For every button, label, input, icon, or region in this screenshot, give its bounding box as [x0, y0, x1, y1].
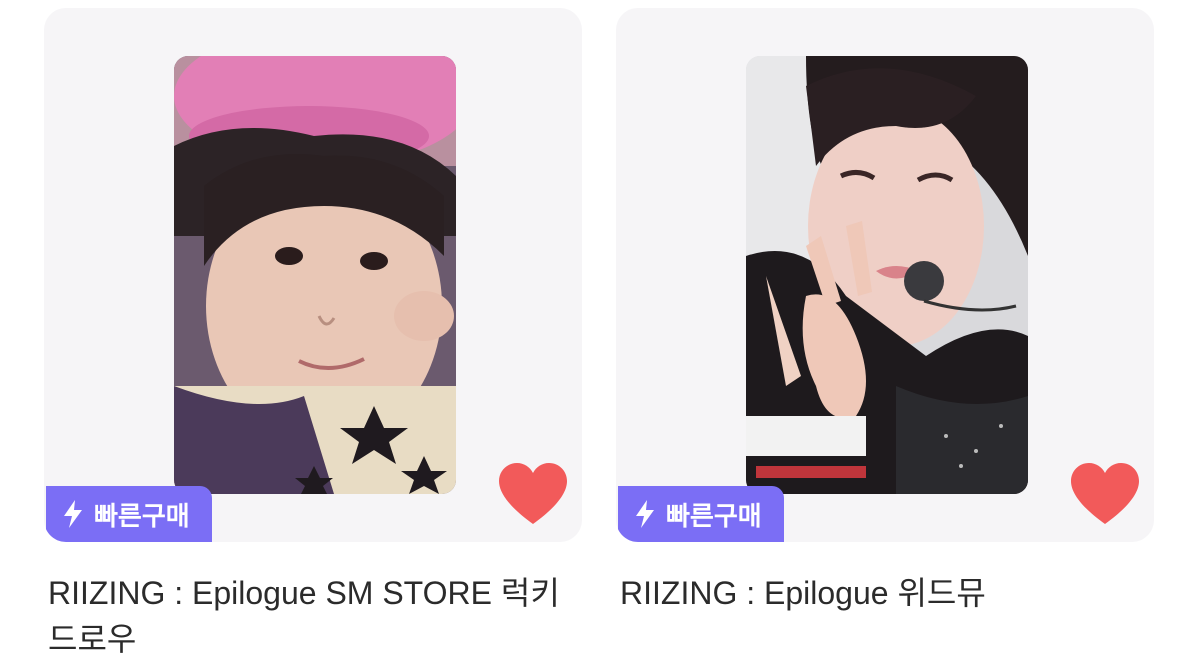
photocard-illustration — [746, 56, 1028, 494]
photocard-image[interactable] — [174, 56, 456, 494]
quick-buy-label: 빠른구매 — [666, 500, 762, 531]
lightning-icon — [636, 500, 654, 528]
quick-buy-badge: 빠른구매 — [618, 486, 784, 542]
photocard-image[interactable] — [746, 56, 1028, 494]
product-thumbnail-area[interactable]: 빠른구매 — [616, 8, 1154, 542]
product-thumbnail-area[interactable]: 빠른구매 — [44, 8, 582, 542]
photocard-illustration — [174, 56, 456, 494]
product-card[interactable]: 빠른구매 RIIZING : Epilogue 위드뮤 — [616, 0, 1156, 655]
heart-icon[interactable] — [1070, 462, 1140, 526]
product-card[interactable]: 빠른구매 RIIZING : Epilogue SM STORE 럭키드로우 — [44, 0, 584, 657]
lightning-icon — [64, 500, 82, 528]
quick-buy-badge: 빠른구매 — [46, 486, 212, 542]
quick-buy-label: 빠른구매 — [94, 500, 190, 531]
heart-icon[interactable] — [498, 462, 568, 526]
product-title[interactable]: RIIZING : Epilogue 위드뮤 — [620, 570, 1140, 616]
product-title[interactable]: RIIZING : Epilogue SM STORE 럭키드로우 — [48, 570, 568, 662]
